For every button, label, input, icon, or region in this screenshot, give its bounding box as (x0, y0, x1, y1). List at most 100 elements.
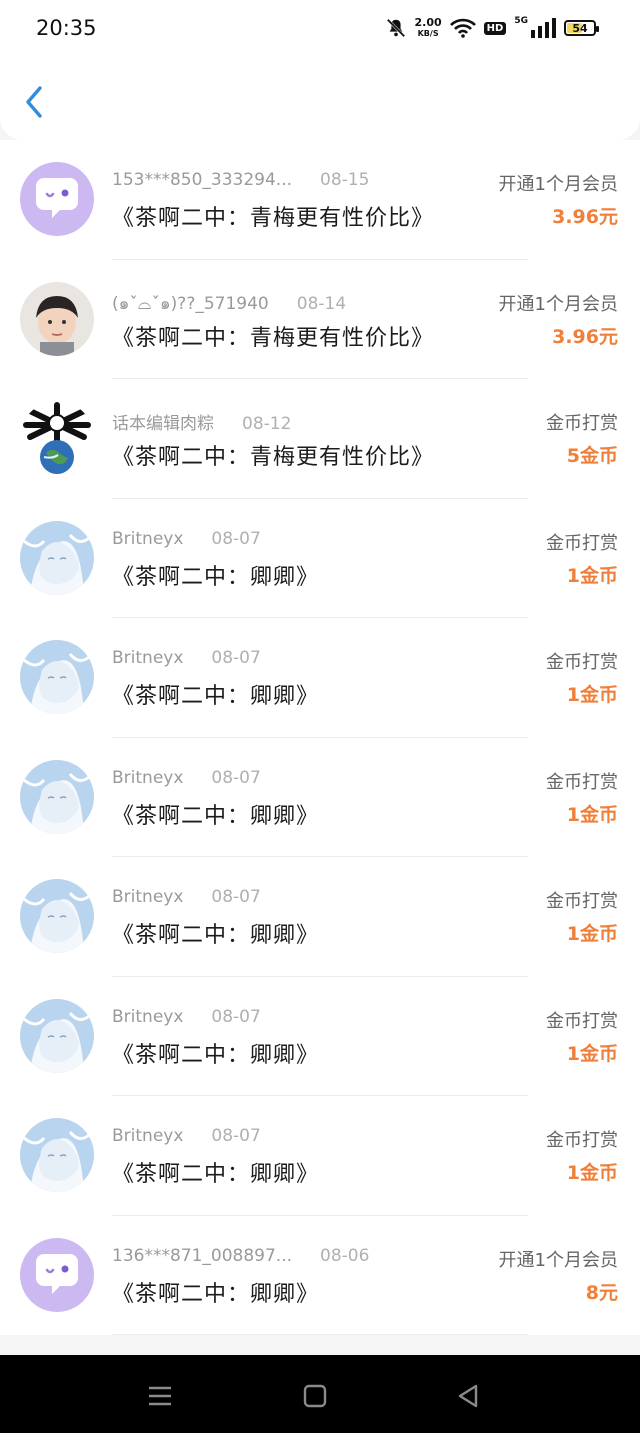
reward-amount: 3.96元 (552, 206, 618, 228)
reward-amount: 1金币 (566, 803, 618, 826)
anime-girl-avatar-icon (20, 879, 94, 953)
user-name: Britneyx (112, 1126, 184, 1146)
list-item[interactable]: Britneyx 08-07 《茶啊二中：卿卿》 金币打赏 1金币 (0, 1096, 640, 1216)
list-item[interactable]: Britneyx 08-07 《茶啊二中：卿卿》 金币打赏 1金币 (0, 498, 640, 618)
book-title: 《茶啊二中：卿卿》 (112, 1162, 320, 1187)
item-date: 08-07 (211, 1006, 261, 1027)
reward-list: 153***850_333294... 08-15 《茶啊二中：青梅更有性价比》 … (0, 140, 640, 1335)
item-meta: 136***871_008897... 08-06 (112, 1246, 369, 1266)
anime-girl-avatar-icon (20, 640, 94, 714)
nav-back-button[interactable] (451, 1379, 485, 1413)
list-item[interactable]: Britneyx 08-07 《茶啊二中：卿卿》 金币打赏 1金币 (0, 976, 640, 1096)
avatar[interactable] (20, 162, 94, 236)
speed-unit: KB/S (417, 29, 439, 38)
item-date: 08-12 (242, 414, 292, 434)
item-date: 08-15 (320, 170, 370, 190)
wifi-icon (449, 18, 476, 38)
avatar[interactable] (20, 879, 94, 953)
mute-bell-icon (386, 18, 405, 38)
user-name: 话本编辑肉粽 (112, 414, 214, 434)
reward-type: 金币打赏 (546, 1010, 618, 1032)
book-title: 《茶啊二中：卿卿》 (112, 1042, 320, 1068)
menu-button[interactable] (143, 1379, 177, 1413)
list-item[interactable]: Britneyx 08-07 《茶啊二中：卿卿》 金币打赏 1金币 (0, 737, 640, 857)
anime-girl-avatar-icon (20, 759, 94, 834)
reward-type: 金币打赏 (546, 771, 618, 793)
child-photo-avatar-icon (20, 281, 94, 356)
reward-type: 金币打赏 (546, 891, 618, 912)
chat-bubble-avatar-icon (20, 162, 94, 236)
battery-level: 54 (572, 21, 588, 35)
reward-amount: 1金币 (566, 923, 618, 945)
user-name: Britneyx (112, 1006, 184, 1027)
item-meta: Britneyx 08-07 (112, 887, 261, 907)
reward-type: 开通1个月会员 (498, 174, 618, 195)
item-date: 08-06 (320, 1245, 370, 1266)
item-meta: Britneyx 08-07 (112, 648, 261, 668)
reward-type: 金币打赏 (546, 413, 618, 434)
network-speed: 2.00 KB/S (415, 17, 442, 39)
avatar[interactable] (20, 401, 94, 475)
reward-amount: 1金币 (566, 1162, 618, 1184)
battery-indicator: 54 (564, 20, 599, 36)
book-title: 《茶啊二中：青梅更有性价比》 (112, 206, 435, 231)
list-item[interactable]: 话本编辑肉粽 08-12 《茶啊二中：青梅更有性价比》 金币打赏 5金币 (0, 379, 640, 499)
item-date: 08-07 (211, 767, 261, 788)
item-meta: Britneyx 08-07 (112, 768, 261, 788)
earth-bones-avatar-icon (20, 401, 94, 475)
user-name: (๑ˇ̀⌓ˇ́๑)??_571940 (112, 293, 269, 314)
system-nav-bar (0, 1355, 640, 1433)
item-meta: Britneyx 08-07 (112, 529, 261, 549)
reward-amount: 8元 (585, 1281, 618, 1304)
signal-icon (531, 18, 556, 38)
avatar[interactable] (20, 1237, 94, 1312)
back-triangle-icon (458, 1384, 478, 1408)
back-button[interactable] (20, 84, 52, 120)
list-item[interactable]: Britneyx 08-07 《茶啊二中：卿卿》 金币打赏 1金币 (0, 857, 640, 977)
list-item[interactable]: Britneyx 08-07 《茶啊二中：卿卿》 金币打赏 1金币 (0, 618, 640, 738)
anime-girl-avatar-icon (20, 520, 94, 595)
hd-badge: HD (483, 21, 507, 35)
item-meta: 话本编辑肉粽 08-12 (112, 409, 291, 434)
reward-amount: 1金币 (566, 564, 618, 587)
avatar[interactable] (20, 640, 94, 714)
avatar[interactable] (20, 1118, 94, 1192)
item-meta: Britneyx 08-07 (112, 1007, 261, 1027)
item-meta: (๑ˇ̀⌓ˇ́๑)??_571940 08-14 (112, 290, 346, 317)
home-square-icon (303, 1384, 327, 1408)
anime-girl-avatar-icon (20, 998, 94, 1073)
reward-amount: 1金币 (566, 684, 618, 706)
user-name: Britneyx (112, 528, 184, 549)
book-title: 《茶啊二中：卿卿》 (112, 684, 320, 709)
user-name: Britneyx (112, 648, 184, 668)
book-title: 《茶啊二中：卿卿》 (112, 803, 320, 829)
list-item[interactable]: (๑ˇ̀⌓ˇ́๑)??_571940 08-14 《茶啊二中：青梅更有性价比》 开… (0, 259, 640, 379)
status-bar: 20:35 2.00 KB/S HD 5G 54 (0, 0, 640, 58)
avatar[interactable] (20, 759, 94, 834)
chat-bubble-avatar-icon (20, 1237, 94, 1312)
user-name: Britneyx (112, 887, 184, 907)
page-header (0, 58, 640, 140)
avatar[interactable] (20, 998, 94, 1073)
item-date: 08-07 (211, 648, 261, 668)
item-date: 08-07 (211, 887, 261, 907)
reward-amount: 1金币 (566, 1042, 618, 1065)
list-item[interactable]: 136***871_008897... 08-06 《茶啊二中：卿卿》 开通1个月… (0, 1215, 640, 1335)
reward-type: 金币打赏 (546, 1130, 618, 1151)
speed-value: 2.00 (414, 16, 442, 29)
avatar[interactable] (20, 281, 94, 356)
avatar[interactable] (20, 520, 94, 595)
book-title: 《茶啊二中：卿卿》 (112, 564, 320, 590)
user-name: Britneyx (112, 767, 184, 788)
home-button[interactable] (298, 1379, 332, 1413)
anime-girl-avatar-icon (20, 1118, 94, 1192)
user-name: 136***871_008897... (112, 1245, 293, 1266)
book-title: 《茶啊二中：卿卿》 (112, 923, 320, 948)
item-meta: Britneyx 08-07 (112, 1126, 261, 1146)
reward-type: 开通1个月会员 (498, 293, 618, 315)
list-item[interactable]: 153***850_333294... 08-15 《茶啊二中：青梅更有性价比》 … (0, 140, 640, 260)
status-time: 20:35 (36, 16, 97, 40)
reward-type: 开通1个月会员 (498, 1249, 618, 1271)
reward-type: 金币打赏 (546, 532, 618, 554)
reward-amount: 3.96元 (552, 325, 618, 348)
